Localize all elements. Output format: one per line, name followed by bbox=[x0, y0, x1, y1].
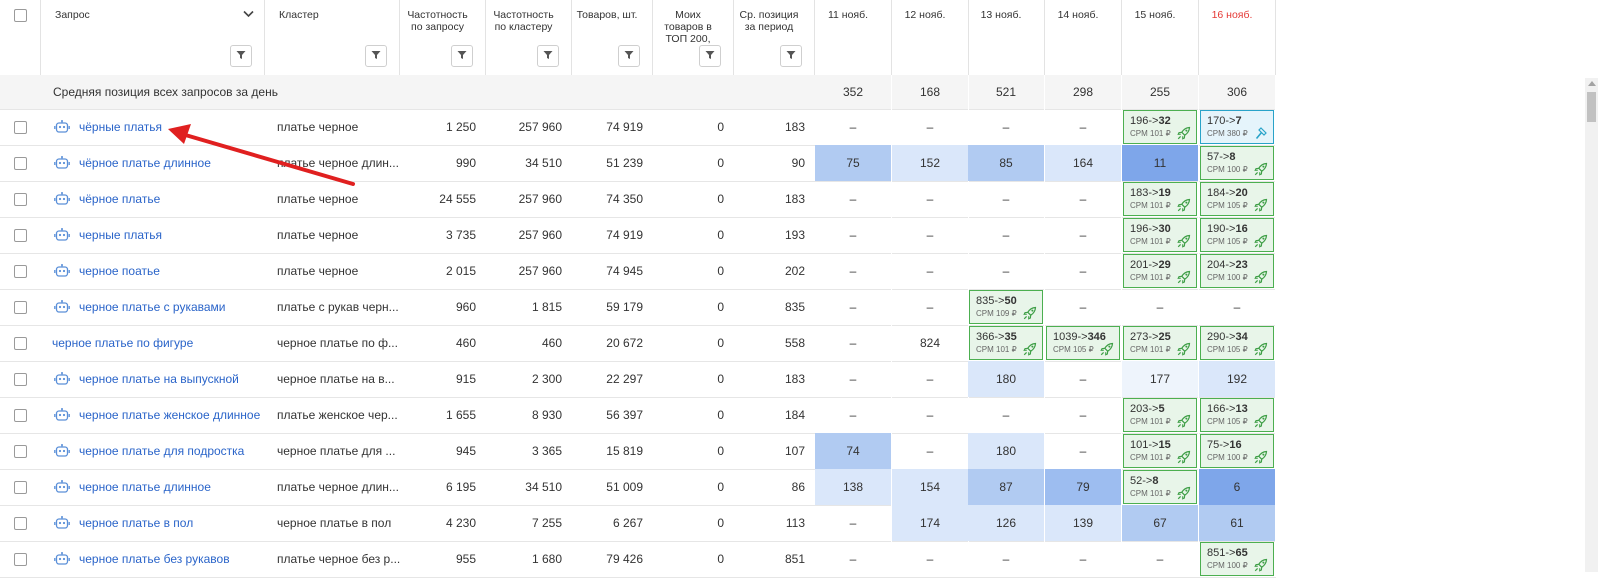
annotation-arrow bbox=[168, 124, 355, 186]
scroll-up-icon[interactable] bbox=[1588, 81, 1596, 86]
vertical-scrollbar[interactable] bbox=[1585, 78, 1598, 572]
scrollbar-thumb[interactable] bbox=[1587, 92, 1596, 122]
